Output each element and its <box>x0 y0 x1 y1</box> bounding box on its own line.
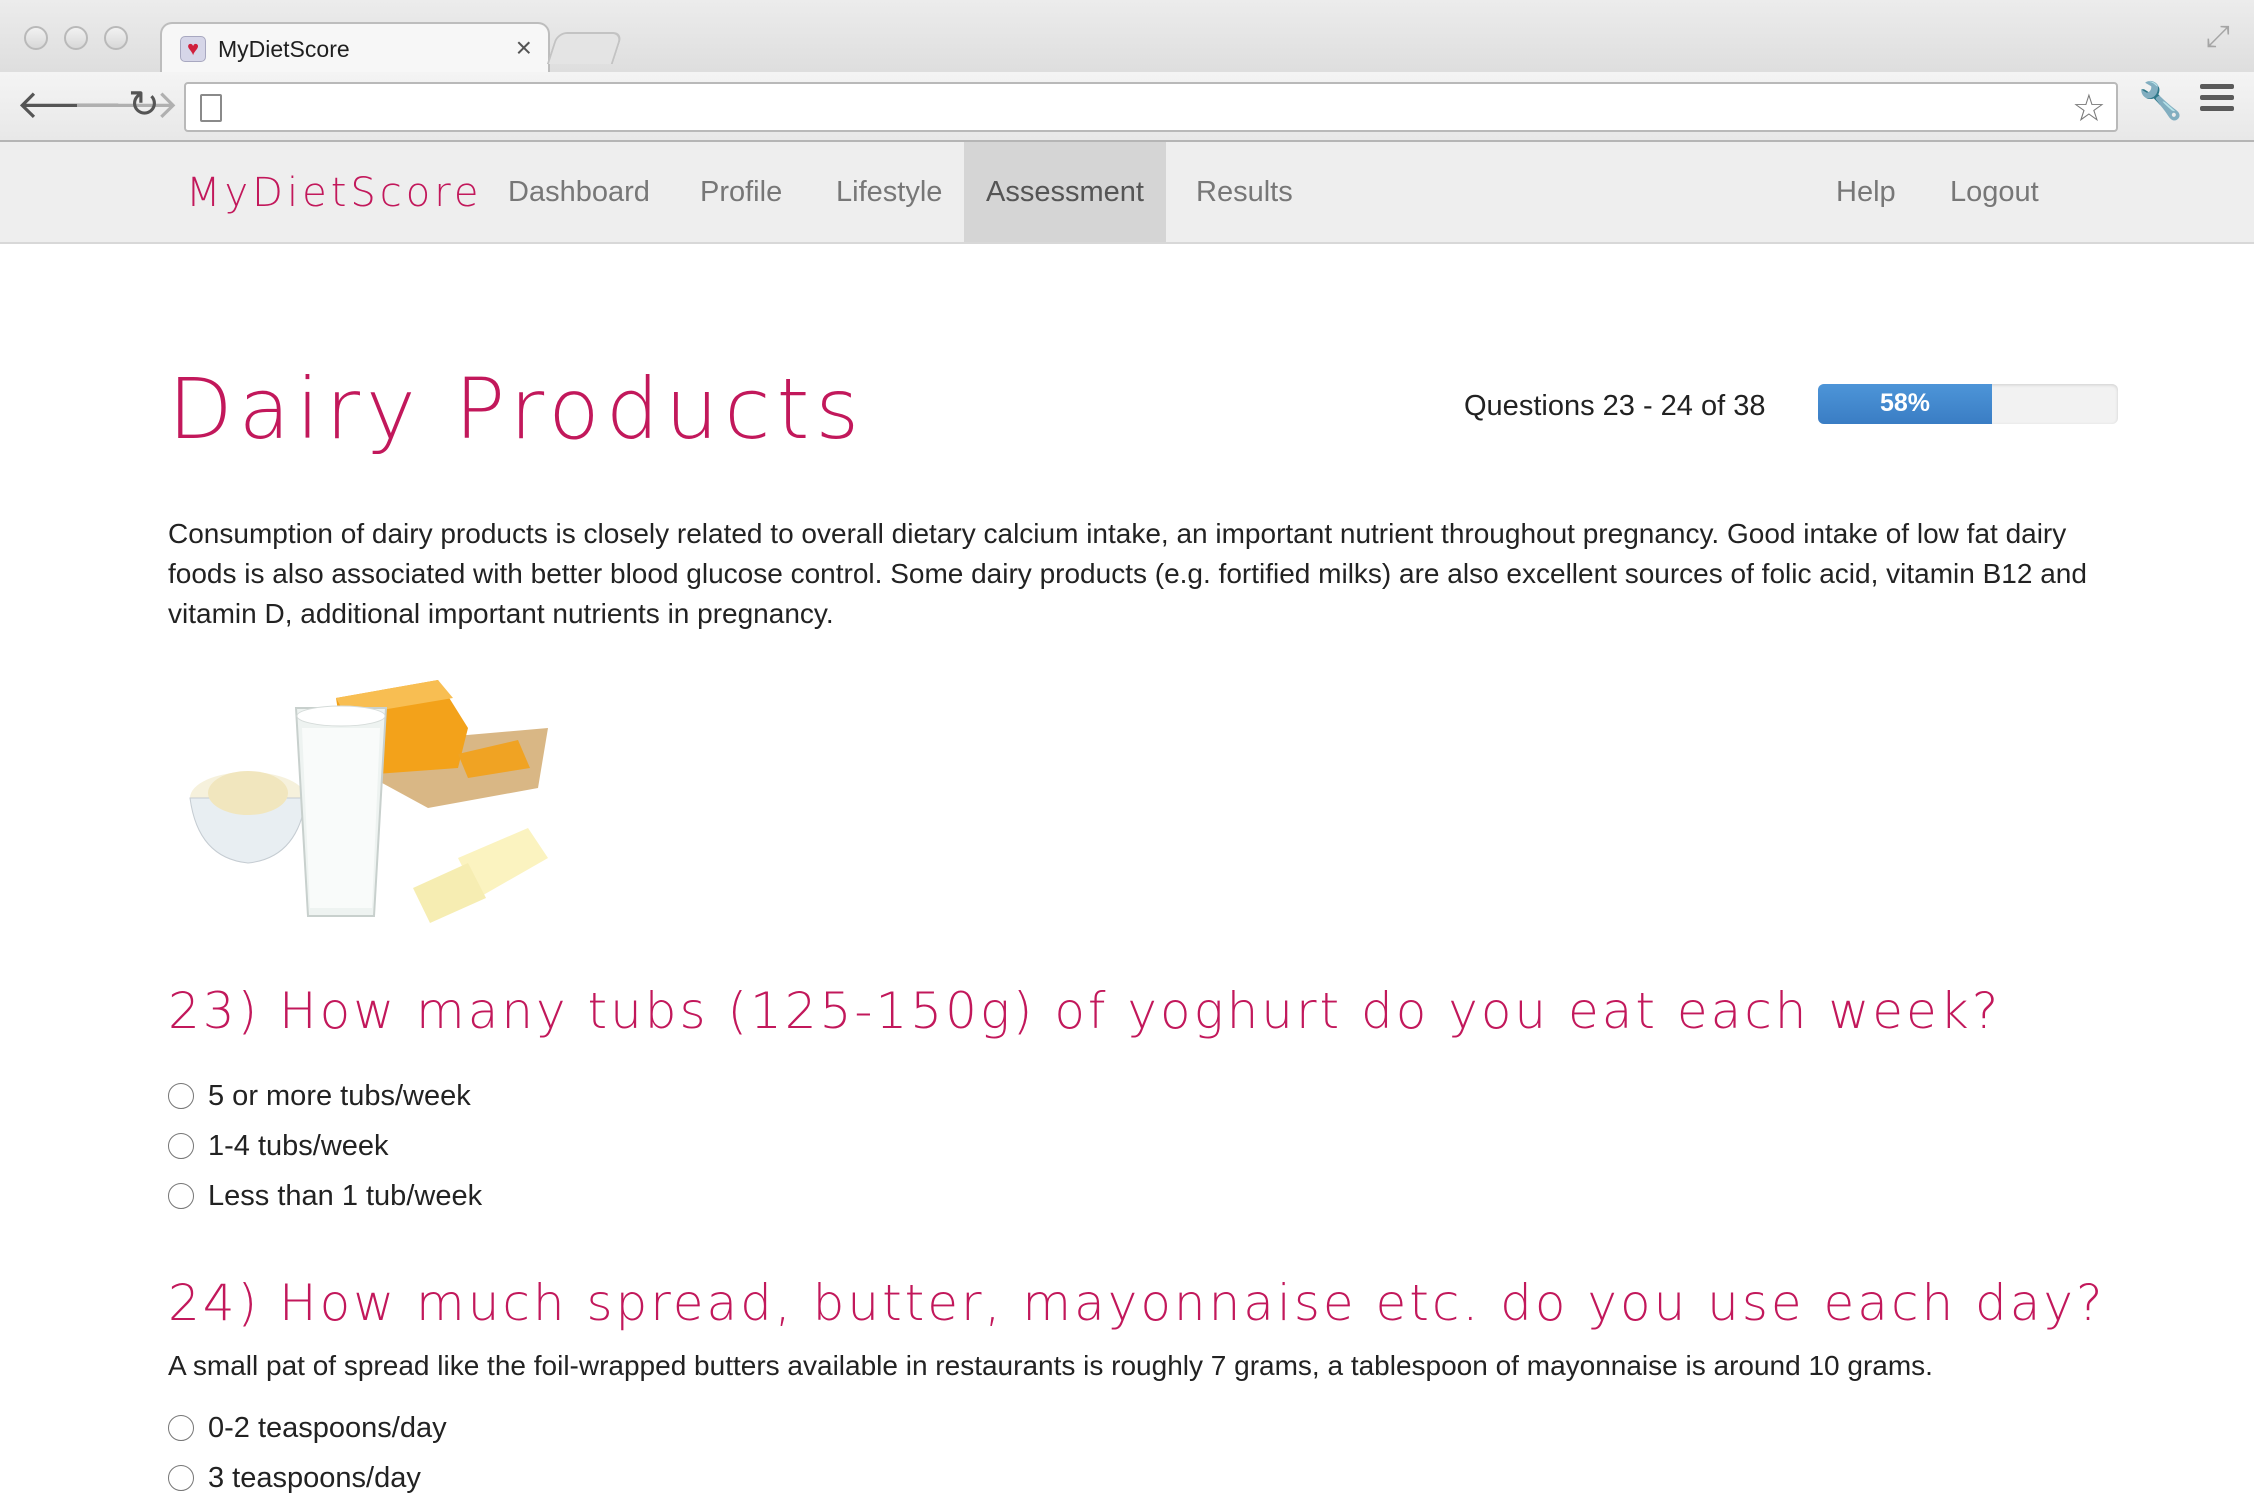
nav-lifestyle[interactable]: Lifestyle <box>806 142 972 242</box>
menu-icon[interactable] <box>2200 84 2234 117</box>
progress-bar: 58% <box>1818 384 2118 424</box>
intro-paragraph: Consumption of dairy products is closely… <box>168 518 2087 629</box>
nav-dashboard[interactable]: Dashboard <box>478 142 680 242</box>
wrench-icon[interactable]: 🔧 <box>2138 80 2183 122</box>
fullscreen-icon[interactable]: ⤢ <box>2206 20 2230 54</box>
q24-option-1[interactable]: 0-2 teaspoons/day <box>168 1408 447 1448</box>
tab-title: MyDietScore <box>218 36 350 62</box>
q24-radio-2[interactable] <box>168 1465 194 1491</box>
close-window-button[interactable] <box>24 26 48 50</box>
q23-radio-3[interactable] <box>168 1183 194 1209</box>
progress-fill: 58% <box>1818 384 1992 424</box>
address-bar[interactable]: ☆ <box>184 82 2118 132</box>
q24-radio-1[interactable] <box>168 1415 194 1441</box>
zoom-window-button[interactable] <box>104 26 128 50</box>
minimize-window-button[interactable] <box>64 26 88 50</box>
q23-radio-1[interactable] <box>168 1083 194 1109</box>
q23-option-3-label: Less than 1 tub/week <box>208 1179 483 1212</box>
url-input[interactable] <box>238 90 2042 126</box>
q23-option-1-label: 5 or more tubs/week <box>208 1079 471 1112</box>
reload-icon[interactable]: ↻ <box>128 82 160 128</box>
browser-tab[interactable]: ♥ MyDietScore × <box>160 22 550 74</box>
dairy-products-image <box>168 658 568 944</box>
q24-option-1-label: 0-2 teaspoons/day <box>208 1411 447 1444</box>
forward-icon[interactable]: 🡒 <box>72 82 179 128</box>
nav-results[interactable]: Results <box>1166 142 1323 242</box>
nav-help[interactable]: Help <box>1806 142 1926 242</box>
nav-profile[interactable]: Profile <box>670 142 812 242</box>
q23-option-2-label: 1-4 tubs/week <box>208 1129 389 1162</box>
q23-option-3[interactable]: Less than 1 tub/week <box>168 1176 482 1216</box>
question-count: Questions 23 - 24 of 38 <box>1464 390 1766 422</box>
nav-logout[interactable]: Logout <box>1920 142 2069 242</box>
browser-tabstrip: ♥ MyDietScore × ⤢ <box>0 0 2254 74</box>
browser-toolbar: 🡐 🡒 ↻ ☆ <box>0 72 2254 142</box>
q24-option-2[interactable]: 3 teaspoons/day <box>168 1458 421 1498</box>
q24-option-2-label: 3 teaspoons/day <box>208 1461 421 1494</box>
question-24-note: A small pat of spread like the foil-wrap… <box>168 1350 1933 1381</box>
q23-option-1[interactable]: 5 or more tubs/week <box>168 1076 471 1116</box>
page-title: Dairy Products <box>168 360 866 458</box>
page-icon <box>200 94 222 122</box>
question-24-title: 24) How much spread, butter, mayonnaise … <box>168 1274 2106 1332</box>
nav-assessment[interactable]: Assessment <box>964 142 1166 242</box>
favicon-heart-icon: ♥ <box>180 36 206 62</box>
tab-close-icon[interactable]: × <box>516 32 532 64</box>
question-23-title: 23) How many tubs (125-150g) of yoghurt … <box>168 982 2002 1040</box>
site-navbar: MyDietScore Dashboard Profile Lifestyle … <box>0 142 2254 244</box>
bookmark-star-icon[interactable]: ☆ <box>2072 86 2106 131</box>
new-tab-button[interactable] <box>546 32 624 64</box>
q23-radio-2[interactable] <box>168 1133 194 1159</box>
brand-logo[interactable]: MyDietScore <box>186 170 482 216</box>
q23-option-2[interactable]: 1-4 tubs/week <box>168 1126 389 1166</box>
